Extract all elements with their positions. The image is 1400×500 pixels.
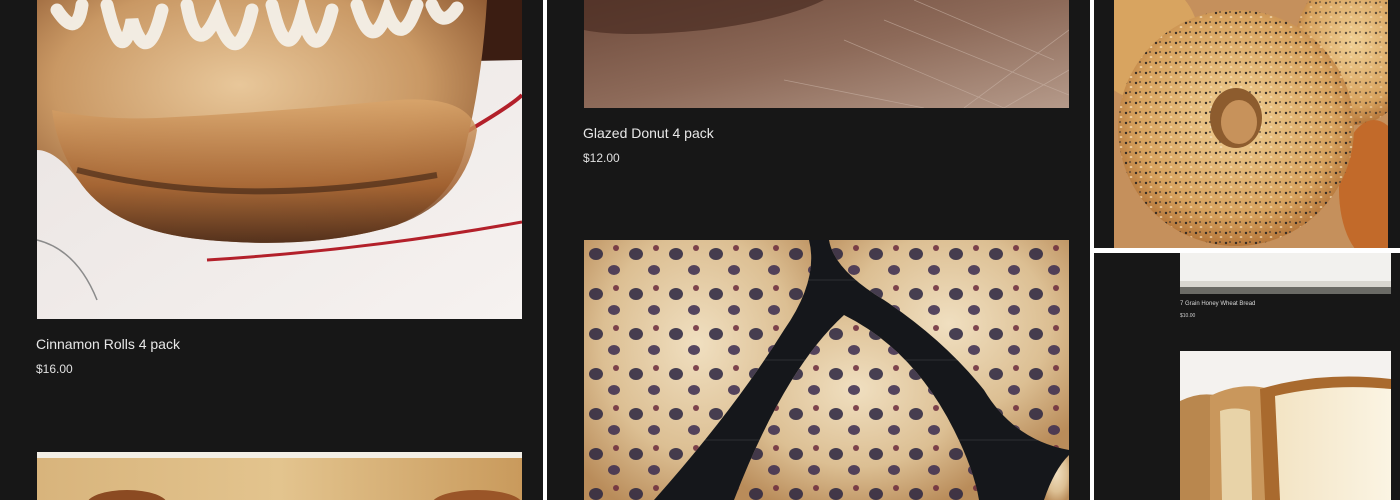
wheat-bread-photo <box>1180 253 1391 294</box>
product-image-muffins[interactable] <box>37 452 522 500</box>
product-image-glazed-donut[interactable] <box>584 0 1069 108</box>
product-grid-panel-left: Cinnamon Rolls 4 pack $16.00 <box>0 0 543 500</box>
product-title[interactable]: Glazed Donut 4 pack <box>583 125 714 141</box>
product-price: $12.00 <box>583 151 620 165</box>
blueberry-scones-photo <box>584 240 1069 500</box>
cinnamon-rolls-photo <box>37 0 522 319</box>
product-image-wheat-bread[interactable] <box>1180 253 1391 294</box>
product-card-muffins[interactable] <box>0 440 543 500</box>
product-grid-panel-right-bottom: 7 Grain Honey Wheat Bread $10.00 <box>1094 253 1400 500</box>
product-grid-panel-middle: Glazed Donut 4 pack $12.00 <box>547 0 1090 500</box>
product-image-bread-loaf[interactable] <box>1180 351 1391 500</box>
product-card-blueberry-scones[interactable] <box>547 230 1090 500</box>
product-price: $16.00 <box>36 362 73 376</box>
product-card-glazed-donut[interactable]: Glazed Donut 4 pack $12.00 <box>547 0 1090 200</box>
product-image-cinnamon-rolls[interactable] <box>37 0 522 319</box>
product-title[interactable]: 7 Grain Honey Wheat Bread <box>1180 301 1255 307</box>
product-card-wheat-bread[interactable]: 7 Grain Honey Wheat Bread $10.00 <box>1094 253 1400 333</box>
product-grid-panel-right-top <box>1094 0 1400 248</box>
product-image-blueberry-scones[interactable] <box>584 240 1069 500</box>
muffins-photo <box>37 452 522 500</box>
product-card-cinnamon-rolls[interactable]: Cinnamon Rolls 4 pack $16.00 <box>0 0 543 400</box>
bread-loaf-photo <box>1180 351 1391 500</box>
product-card-bread-loaf[interactable] <box>1094 348 1400 500</box>
screenshot-stage: Cinnamon Rolls 4 pack $16.00 Glazed Donu… <box>0 0 1400 500</box>
glazed-donut-photo <box>584 0 1069 108</box>
bagels-photo <box>1114 0 1388 248</box>
product-price: $10.00 <box>1180 313 1196 319</box>
product-card-bagels[interactable] <box>1094 0 1400 248</box>
product-title[interactable]: Cinnamon Rolls 4 pack <box>36 336 180 352</box>
product-image-bagels[interactable] <box>1114 0 1388 248</box>
